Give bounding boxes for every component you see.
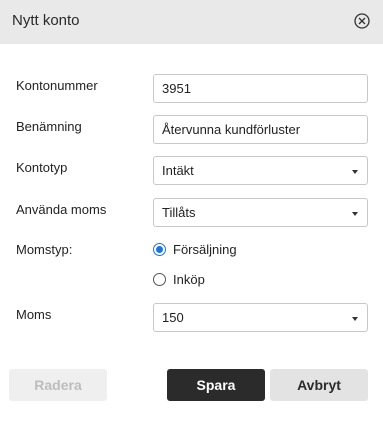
name-label: Benämning (16, 119, 82, 134)
vat-select[interactable]: 150 (153, 303, 368, 332)
chevron-down-icon (352, 170, 358, 174)
radio-checked-icon[interactable] (153, 243, 166, 256)
new-account-dialog: Nytt konto Kontonummer Benämning Kontoty… (0, 0, 383, 424)
dialog-header: Nytt konto (0, 0, 383, 44)
vat-type-label: Momstyp: (16, 242, 73, 257)
radio-unchecked-icon[interactable] (153, 273, 166, 286)
name-input[interactable] (153, 115, 368, 144)
vat-label: Moms (16, 307, 52, 322)
save-button[interactable]: Spara (167, 369, 265, 401)
vat-type-option-sales[interactable]: Försäljning (153, 242, 237, 257)
vat-type-option-sales-label: Försäljning (173, 242, 237, 257)
cancel-button[interactable]: Avbryt (270, 369, 368, 401)
vat-type-option-purchase[interactable]: Inköp (153, 272, 205, 287)
use-vat-value: Tillåts (162, 205, 196, 220)
use-vat-label: Använda moms (16, 202, 107, 217)
account-number-label: Kontonummer (16, 78, 98, 93)
account-number-input[interactable] (153, 74, 368, 103)
vat-value: 150 (162, 310, 184, 325)
delete-button[interactable]: Radera (9, 369, 107, 401)
chevron-down-icon (352, 317, 358, 321)
vat-type-option-purchase-label: Inköp (173, 272, 205, 287)
account-type-value: Intäkt (162, 163, 194, 178)
account-type-select[interactable]: Intäkt (153, 156, 368, 185)
chevron-down-icon (352, 212, 358, 216)
account-type-label: Kontotyp (16, 160, 68, 175)
use-vat-select[interactable]: Tillåts (153, 198, 368, 227)
dialog-title: Nytt konto (12, 12, 80, 29)
close-icon[interactable] (353, 12, 371, 30)
